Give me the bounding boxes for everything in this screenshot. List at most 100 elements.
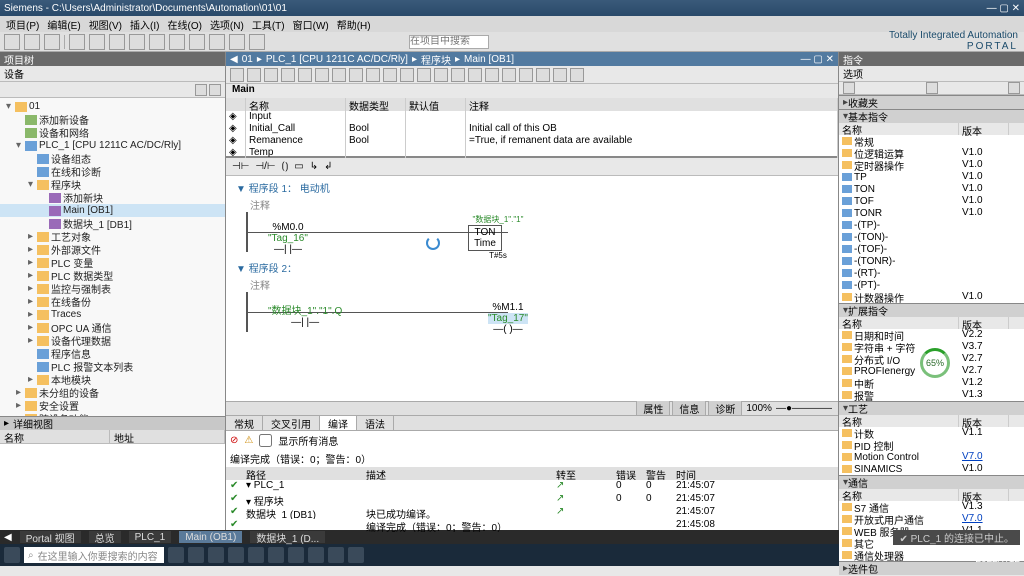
compile-row[interactable]: ✔ 数据块_1 (DB1)块已成功编译。↗21:45:07	[226, 506, 838, 519]
lad-branch-close-icon[interactable]: ↲	[324, 161, 332, 172]
tree-item[interactable]: ▸在线备份	[0, 295, 225, 308]
instruction-item[interactable]: -(RT)-	[839, 267, 1024, 279]
editor-tool-icon[interactable]	[553, 68, 567, 82]
open-icon[interactable]	[24, 34, 40, 50]
zoom-value[interactable]: 100%	[746, 403, 772, 414]
tree-item[interactable]: 在线和诊断	[0, 165, 225, 178]
inspector-tab[interactable]: 交叉引用	[263, 416, 320, 430]
menu-item[interactable]: 编辑(E)	[47, 17, 80, 32]
section-basic[interactable]: 基本指令	[839, 109, 1024, 123]
menu-item[interactable]: 帮助(H)	[337, 17, 371, 32]
save-icon[interactable]	[44, 34, 60, 50]
tree-tool-icon[interactable]	[209, 84, 221, 96]
tree-item[interactable]: ▸设备代理数据	[0, 334, 225, 347]
db-tab[interactable]: 数据块_1 (D...	[250, 531, 325, 543]
show-all-checkbox[interactable]	[259, 434, 272, 447]
app-icon[interactable]	[308, 547, 324, 563]
contact-symbol[interactable]	[268, 317, 342, 328]
editor-tool-icon[interactable]	[230, 68, 244, 82]
delete-icon[interactable]	[129, 34, 145, 50]
editor-tool-icon[interactable]	[349, 68, 363, 82]
network-1-title[interactable]: 程序段 1： 电动机	[236, 180, 828, 195]
tree-item[interactable]: ▸监控与强制表	[0, 282, 225, 295]
instruction-item[interactable]: SINAMICSV1.0	[839, 463, 1024, 475]
tree-item[interactable]: 设备和网络	[0, 126, 225, 139]
section-favorites[interactable]: 收藏夹	[839, 95, 1024, 109]
bc-project[interactable]: 01	[242, 54, 253, 65]
instruction-item[interactable]: 计数器操作V1.0	[839, 291, 1024, 303]
tree-tool-icon[interactable]	[195, 84, 207, 96]
inspector-tab[interactable]: 常规	[226, 416, 263, 430]
app-icon[interactable]	[228, 547, 244, 563]
tree-item[interactable]: 添加新块	[0, 191, 225, 204]
project-search-input[interactable]	[409, 35, 489, 49]
tree-item[interactable]: ▸外部源文件	[0, 243, 225, 256]
menu-item[interactable]: 插入(I)	[130, 17, 159, 32]
tree-item[interactable]: 数据块_1 [DB1]	[0, 217, 225, 230]
editor-tool-icon[interactable]	[281, 68, 295, 82]
windows-search-input[interactable]: ⌕在这里输入你要搜索的内容	[24, 547, 164, 563]
instruction-item[interactable]: 定时器操作V1.0	[839, 159, 1024, 171]
menu-item[interactable]: 工具(T)	[252, 17, 285, 32]
copy-icon[interactable]	[89, 34, 105, 50]
instruction-item[interactable]: -(TP)-	[839, 219, 1024, 231]
lad-branch-open-icon[interactable]: ↳	[310, 161, 318, 172]
app-icon[interactable]	[328, 547, 344, 563]
go-offline-icon[interactable]	[249, 34, 265, 50]
editor-tool-icon[interactable]	[417, 68, 431, 82]
tree-item[interactable]: ▸PLC 数据类型	[0, 269, 225, 282]
app-icon[interactable]	[208, 547, 224, 563]
window-controls[interactable]: — ▢ ✕	[987, 3, 1020, 14]
instr-tool-icon[interactable]	[1008, 82, 1020, 94]
bc-blocks[interactable]: 程序块	[421, 52, 451, 67]
editor-tool-icon[interactable]	[332, 68, 346, 82]
tree-item[interactable]: ▸Traces	[0, 308, 225, 321]
contact-symbol[interactable]	[268, 244, 308, 255]
devices-tab[interactable]: 设备	[4, 66, 24, 81]
tree-item[interactable]: 添加新设备	[0, 113, 225, 126]
overview-tab[interactable]: 总览	[89, 531, 121, 543]
editor-tool-icon[interactable]	[485, 68, 499, 82]
instruction-item[interactable]: -(TONR)-	[839, 255, 1024, 267]
tree-item[interactable]: ▸安全设置	[0, 399, 225, 412]
app-icon[interactable]	[268, 547, 284, 563]
main-tab[interactable]: Main (OB1)	[179, 531, 242, 543]
section-extended[interactable]: 扩展指令	[839, 303, 1024, 317]
section-comm[interactable]: 通信	[839, 475, 1024, 489]
tree-item[interactable]: ▸工艺对象	[0, 230, 225, 243]
timer-block[interactable]: TON Time	[468, 225, 502, 251]
cut-icon[interactable]	[69, 34, 85, 50]
app-icon[interactable]	[188, 547, 204, 563]
instruction-item[interactable]: -(TON)-	[839, 231, 1024, 243]
instruction-item[interactable]: 报警V1.3	[839, 389, 1024, 401]
app-icon[interactable]	[248, 547, 264, 563]
app-icon[interactable]	[348, 547, 364, 563]
editor-tool-icon[interactable]	[366, 68, 380, 82]
plc-tab[interactable]: PLC_1	[129, 531, 172, 543]
tree-item[interactable]: 设备组态	[0, 152, 225, 165]
lad-box-icon[interactable]: ▭	[294, 161, 303, 172]
paste-icon[interactable]	[109, 34, 125, 50]
editor-tool-icon[interactable]	[536, 68, 550, 82]
instruction-item[interactable]: TPV1.0	[839, 171, 1024, 183]
editor-tool-icon[interactable]	[315, 68, 329, 82]
editor-tool-icon[interactable]	[468, 68, 482, 82]
editor-tool-icon[interactable]	[434, 68, 448, 82]
editor-tool-icon[interactable]	[502, 68, 516, 82]
menu-item[interactable]: 选项(N)	[210, 17, 244, 32]
app-icon[interactable]	[288, 547, 304, 563]
download-icon[interactable]	[209, 34, 225, 50]
instr-tool-icon[interactable]	[843, 82, 855, 94]
lad-contact-icon[interactable]: ⊣⊢	[232, 161, 249, 172]
menu-item[interactable]: 在线(O)	[167, 17, 201, 32]
tree-item[interactable]: ▾PLC_1 [CPU 1211C AC/DC/Rly]	[0, 139, 225, 152]
undo-icon[interactable]	[149, 34, 165, 50]
zoom-slider[interactable]: —●————	[776, 403, 832, 414]
editor-tool-icon[interactable]	[570, 68, 584, 82]
new-project-icon[interactable]	[4, 34, 20, 50]
portal-view-button[interactable]: Portal 视图	[20, 531, 81, 543]
taskview-icon[interactable]	[168, 547, 184, 563]
instruction-item[interactable]: Motion ControlV7.0	[839, 451, 1024, 463]
editor-window-controls[interactable]: — ▢ ✕	[801, 54, 834, 65]
editor-tool-icon[interactable]	[451, 68, 465, 82]
